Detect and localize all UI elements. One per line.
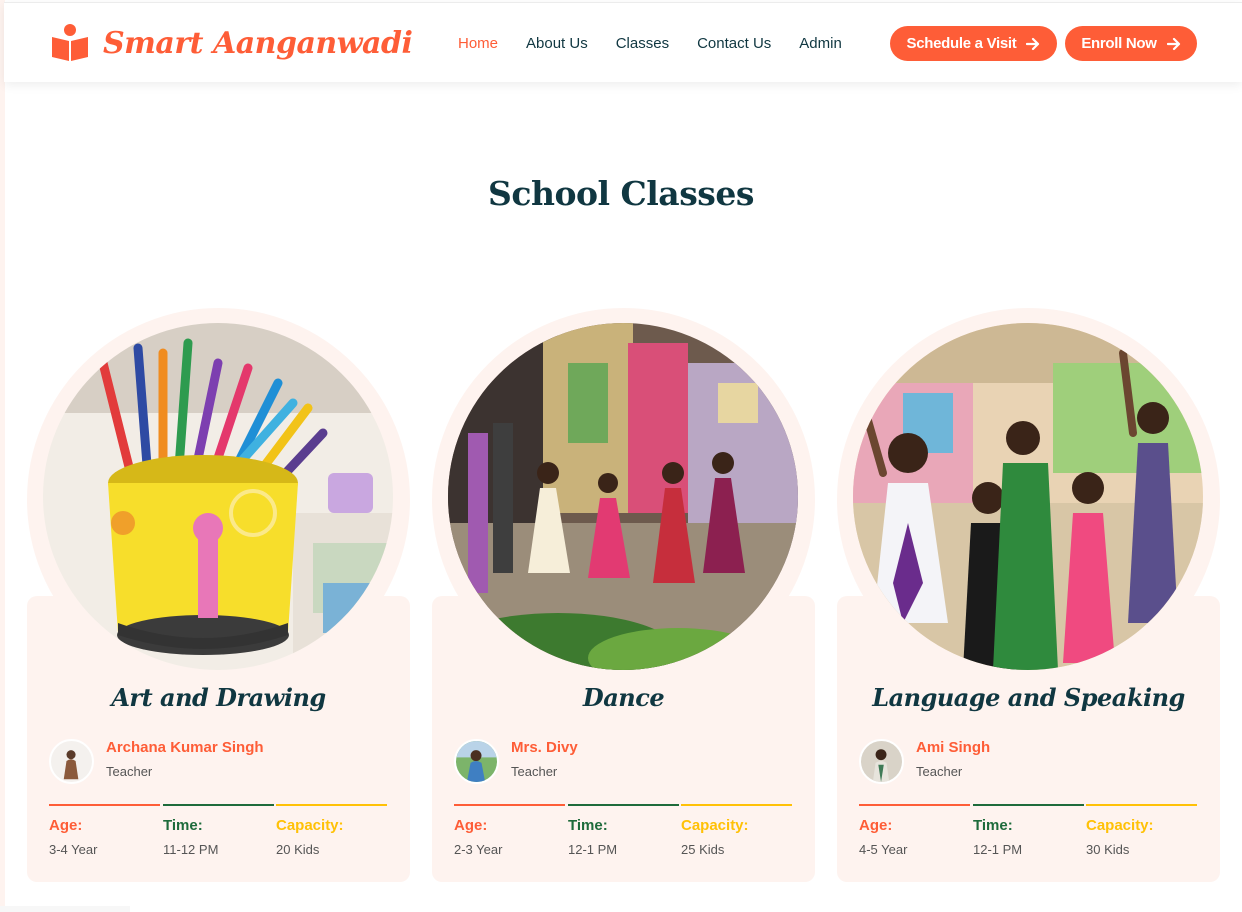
class-card-dance[interactable]: Dance Mrs. Divy Teacher Age: 2-3 Year Ti… (432, 308, 815, 882)
time-stat: Time: 12-1 PM (568, 804, 679, 857)
time-stat: Time: 11-12 PM (163, 804, 274, 857)
age-label: Age: (859, 817, 893, 834)
age-label: Age: (454, 817, 488, 834)
capacity-stat: Capacity: 25 Kids (681, 804, 792, 857)
class-title: Art and Drawing (111, 683, 326, 712)
teacher-role: Teacher (106, 764, 153, 779)
age-value: 4-5 Year (859, 842, 908, 857)
nav-home[interactable]: Home (458, 35, 498, 52)
arrow-right-icon (1026, 37, 1040, 50)
enroll-now-label: Enroll Now (1081, 35, 1157, 52)
teacher-name[interactable]: Archana Kumar Singh (106, 739, 264, 756)
teacher-role: Teacher (916, 764, 963, 779)
time-label: Time: (163, 817, 203, 834)
capacity-label: Capacity: (276, 817, 344, 834)
nav-classes[interactable]: Classes (616, 35, 669, 52)
class-card-language[interactable]: Language and Speaking Ami Singh Teacher … (837, 308, 1220, 882)
time-divider (568, 804, 679, 806)
age-stat: Age: 3-4 Year (49, 804, 160, 857)
page-left-edge (0, 0, 5, 912)
age-divider (859, 804, 970, 806)
time-divider (973, 804, 1084, 806)
age-stat: Age: 4-5 Year (859, 804, 970, 857)
schedule-visit-label: Schedule a Visit (906, 35, 1017, 52)
class-card-art[interactable]: Art and Drawing Archana Kumar Singh Teac… (27, 308, 410, 882)
capacity-label: Capacity: (681, 817, 749, 834)
teacher-avatar (454, 739, 499, 784)
capacity-value: 30 Kids (1086, 842, 1130, 857)
nav-about-us[interactable]: About Us (526, 35, 588, 52)
age-value: 3-4 Year (49, 842, 98, 857)
class-title: Dance (582, 683, 665, 712)
enroll-now-button[interactable]: Enroll Now (1065, 26, 1197, 61)
main-nav: Home About Us Classes Contact Us Admin (444, 3, 856, 83)
time-divider (163, 804, 274, 806)
capacity-stat: Capacity: 20 Kids (276, 804, 387, 857)
teacher-role: Teacher (511, 764, 558, 779)
teacher-avatar (859, 739, 904, 784)
age-stat: Age: 2-3 Year (454, 804, 565, 857)
nav-contact-us[interactable]: Contact Us (697, 35, 771, 52)
capacity-value: 20 Kids (276, 842, 320, 857)
teacher-avatar (49, 739, 94, 784)
pencil-cup-photo (43, 323, 393, 670)
capacity-value: 25 Kids (681, 842, 725, 857)
brand-logo[interactable]: Smart Aanganwadi (50, 23, 413, 63)
class-title: Language and Speaking (872, 683, 1185, 712)
book-reader-icon (52, 24, 88, 61)
children-raising-hands-photo (853, 323, 1203, 670)
children-dancing-photo (448, 323, 798, 670)
capacity-label: Capacity: (1086, 817, 1154, 834)
time-label: Time: (973, 817, 1013, 834)
time-value: 12-1 PM (568, 842, 618, 857)
teacher-name[interactable]: Ami Singh (916, 739, 990, 756)
age-divider (49, 804, 160, 806)
age-divider (454, 804, 565, 806)
section-title: School Classes (488, 174, 754, 213)
footer-edge (0, 906, 130, 912)
brand-name: Smart Aanganwadi (103, 25, 413, 61)
capacity-divider (1086, 804, 1197, 806)
teacher-name[interactable]: Mrs. Divy (511, 739, 578, 756)
capacity-stat: Capacity: 30 Kids (1086, 804, 1197, 857)
capacity-divider (681, 804, 792, 806)
age-value: 2-3 Year (454, 842, 503, 857)
nav-admin[interactable]: Admin (799, 35, 842, 52)
navbar: Smart Aanganwadi Home About Us Classes C… (4, 2, 1242, 82)
age-label: Age: (49, 817, 83, 834)
time-value: 11-12 PM (163, 842, 219, 857)
time-label: Time: (568, 817, 608, 834)
arrow-right-icon (1166, 37, 1180, 50)
capacity-divider (276, 804, 387, 806)
time-stat: Time: 12-1 PM (973, 804, 1084, 857)
time-value: 12-1 PM (973, 842, 1023, 857)
schedule-visit-button[interactable]: Schedule a Visit (890, 26, 1057, 61)
